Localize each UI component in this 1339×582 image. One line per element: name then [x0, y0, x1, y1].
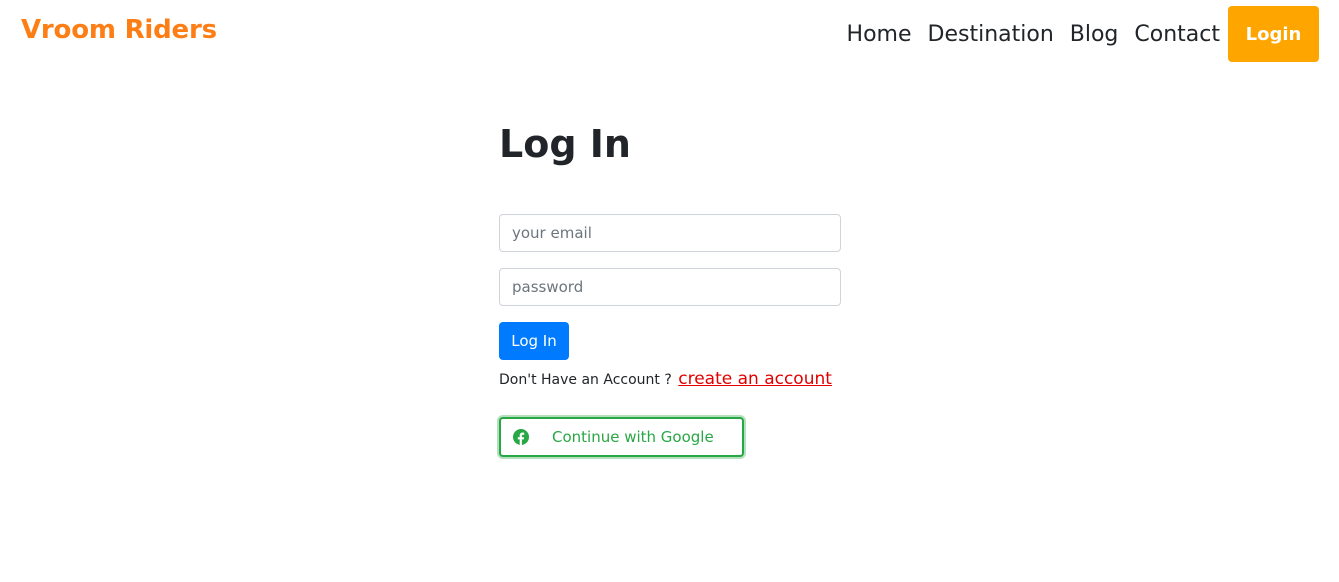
page-title: Log In [499, 122, 631, 166]
nav-login-button[interactable]: Login [1228, 6, 1319, 62]
nav-link-blog[interactable]: Blog [1070, 22, 1119, 47]
nav-link-destination[interactable]: Destination [928, 22, 1054, 47]
facebook-icon [513, 429, 529, 445]
signup-prompt: Don't Have an Account ? create an accoun… [499, 368, 841, 391]
nav-links: Home Destination Blog Contact Login [847, 6, 1319, 62]
brand-logo[interactable]: Vroom Riders [21, 15, 217, 45]
nav-link-contact[interactable]: Contact [1134, 22, 1220, 47]
login-submit-button[interactable]: Log In [499, 322, 569, 360]
login-form: Log In Log In Don't Have an Account ? cr… [499, 122, 841, 457]
email-field[interactable] [499, 214, 841, 252]
password-field[interactable] [499, 268, 841, 306]
navbar: Vroom Riders Home Destination Blog Conta… [0, 0, 1339, 64]
nav-link-home[interactable]: Home [847, 22, 912, 47]
continue-with-google-label: Continue with Google [552, 428, 714, 446]
create-account-link[interactable]: create an account [678, 369, 832, 389]
continue-with-google-button[interactable]: Continue with Google [499, 417, 744, 457]
no-account-text: Don't Have an Account ? [499, 372, 672, 388]
